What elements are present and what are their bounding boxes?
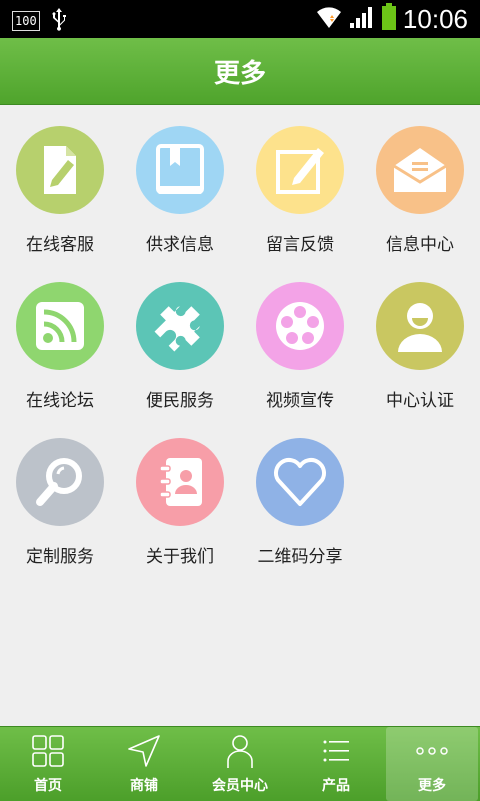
edit-document-icon (44, 146, 76, 194)
grid-item-circle (16, 282, 104, 370)
film-reel-icon (276, 302, 324, 350)
grid-item-label: 定制服务 (26, 547, 94, 567)
more-dots-icon (416, 747, 448, 755)
grid-item-online-service[interactable]: 在线客服 (0, 104, 120, 260)
grid-item-label: 供求信息 (146, 235, 214, 255)
magnifier-icon (36, 458, 82, 506)
heart-icon (274, 458, 326, 506)
status-bar: 100 10:06 (0, 0, 480, 38)
person-icon (227, 735, 253, 768)
grid-item-label: 二维码分享 (257, 547, 343, 567)
grid-item-circle (256, 438, 344, 526)
grid-item-circle (256, 126, 344, 214)
grid-item-label: 留言反馈 (266, 235, 334, 255)
feature-grid: 在线客服 供求信息 留言反馈 信息中心 在线论坛 便民服务 视频宣传 中心认证 … (0, 104, 480, 724)
usb-icon (50, 7, 68, 35)
app-header: 更多 (0, 38, 480, 105)
puzzle-icon (154, 306, 200, 352)
nav-item-products[interactable]: 产品 (288, 727, 384, 801)
grid-item-label: 便民服务 (146, 391, 214, 411)
grid-item-label: 中心认证 (386, 391, 454, 411)
nav-item-more[interactable]: 更多 (386, 727, 478, 801)
signal-icon (349, 5, 375, 33)
grid-item-label: 视频宣传 (266, 391, 334, 411)
address-book-icon (159, 458, 202, 506)
book-icon (156, 144, 204, 194)
grid-item-circle (256, 282, 344, 370)
grid-item-label: 在线论坛 (26, 391, 94, 411)
grid-icon (32, 735, 64, 767)
nav-label: 首页 (34, 778, 62, 794)
grid-item-qr-share[interactable]: 二维码分享 (240, 416, 360, 572)
grid-item-forum[interactable]: 在线论坛 (0, 260, 120, 416)
grid-item-circle (376, 126, 464, 214)
wifi-icon (315, 4, 343, 34)
grid-item-circle (376, 282, 464, 370)
grid-item-about-us[interactable]: 关于我们 (120, 416, 240, 572)
clock: 10:06 (402, 4, 468, 34)
grid-item-circle (136, 282, 224, 370)
status-right: 10:06 (315, 3, 468, 35)
nav-label: 会员中心 (212, 778, 268, 794)
grid-item-supply-demand[interactable]: 供求信息 (120, 104, 240, 260)
status-left: 100 (12, 7, 68, 35)
mail-icon (393, 148, 447, 192)
nav-label: 产品 (322, 778, 350, 794)
nav-item-shop[interactable]: 商铺 (96, 727, 192, 801)
rss-icon (36, 302, 84, 350)
battery-icon (381, 3, 397, 35)
grid-item-circle (16, 126, 104, 214)
nav-item-home[interactable]: 首页 (0, 727, 96, 801)
list-icon (323, 740, 349, 762)
battery-percent: 100 (12, 11, 40, 31)
bottom-nav: 首页 商铺 会员中心 产品 更多 (0, 726, 480, 801)
grid-item-label: 关于我们 (146, 547, 214, 567)
grid-item-circle (136, 438, 224, 526)
nav-item-member-center[interactable]: 会员中心 (192, 727, 288, 801)
nav-label: 更多 (418, 778, 446, 794)
nav-label: 商铺 (130, 778, 158, 794)
grid-item-label: 在线客服 (26, 235, 94, 255)
grid-item-video[interactable]: 视频宣传 (240, 260, 360, 416)
grid-item-certification[interactable]: 中心认证 (360, 260, 480, 416)
grid-item-label: 信息中心 (386, 235, 454, 255)
navigation-arrow-icon (128, 735, 160, 767)
grid-item-custom-service[interactable]: 定制服务 (0, 416, 120, 572)
grid-item-circle (136, 126, 224, 214)
note-pen-icon (276, 148, 324, 194)
grid-item-circle (16, 438, 104, 526)
user-icon (398, 303, 442, 352)
grid-item-info-center[interactable]: 信息中心 (360, 104, 480, 260)
grid-item-convenience[interactable]: 便民服务 (120, 260, 240, 416)
grid-item-feedback[interactable]: 留言反馈 (240, 104, 360, 260)
page-title: 更多 (213, 58, 266, 89)
